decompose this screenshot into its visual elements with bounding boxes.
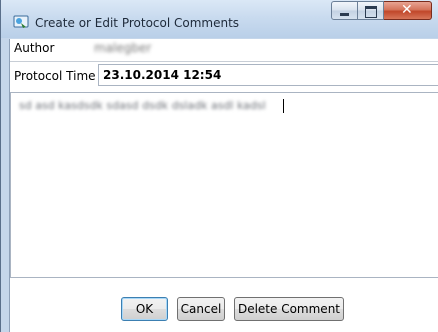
cancel-button[interactable]: Cancel	[177, 297, 225, 321]
ok-button[interactable]: OK	[121, 297, 168, 321]
protocol-time-field[interactable]: 23.10.2014 12:54	[98, 64, 438, 86]
comment-text: sd asd kasdsdk sdasd dsdk dsladk asdl ka…	[19, 99, 266, 112]
dialog-window: Create or Edit Protocol Comments ✕ Autho…	[0, 0, 438, 332]
title-bar[interactable]: Create or Edit Protocol Comments ✕	[1, 0, 438, 38]
close-button[interactable]: ✕	[384, 1, 432, 20]
delete-comment-button[interactable]: Delete Comment	[234, 297, 344, 321]
minimize-icon	[340, 13, 349, 16]
protocol-comments-icon	[13, 15, 29, 28]
text-caret	[283, 99, 284, 113]
protocol-time-label: Protocol Time	[14, 69, 96, 83]
comment-textarea[interactable]: sd asd kasdsdk sdasd dsdk dsladk asdl ka…	[10, 92, 438, 278]
divider	[10, 61, 438, 62]
window-title: Create or Edit Protocol Comments	[35, 16, 240, 30]
close-icon: ✕	[401, 2, 413, 18]
author-value: malegber	[94, 41, 152, 55]
author-label: Author	[14, 41, 55, 55]
maximize-button[interactable]	[358, 1, 384, 20]
minimize-button[interactable]	[331, 1, 358, 20]
dialog-content: Author malegber Protocol Time 23.10.2014…	[9, 39, 438, 332]
maximize-icon	[365, 6, 377, 18]
